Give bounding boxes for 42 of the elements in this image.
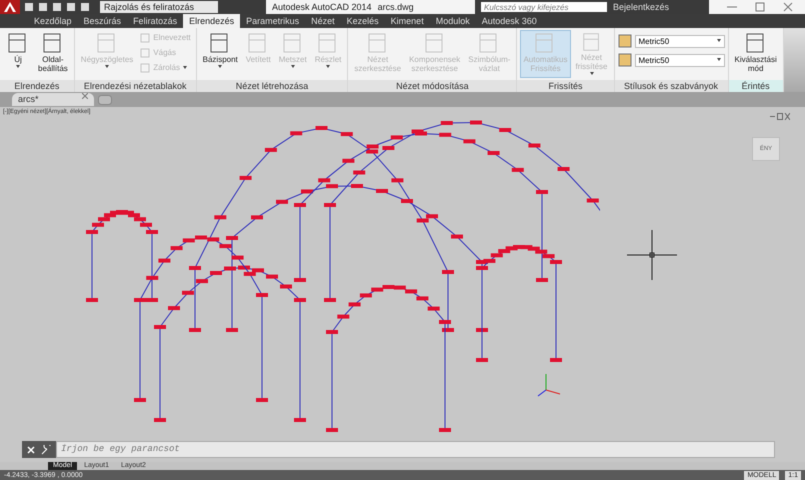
workspace-dropdown[interactable]: Rajzolás és feliratozás (100, 1, 218, 13)
panel-title: Elrendezés (0, 80, 74, 92)
ribbon-tab[interactable]: Autodesk 360 (476, 14, 543, 28)
close-icon[interactable] (82, 93, 88, 99)
ribbon-button[interactable]: Kiválasztási mód (732, 30, 780, 78)
axis-icon (536, 372, 562, 398)
panel-title: Érintés (728, 80, 783, 92)
ribbon-button[interactable]: Oldal- beállítás (35, 30, 71, 78)
ribbon-tab[interactable]: Parametrikus (240, 14, 306, 28)
ribbon-tab[interactable]: Kezdőlap (28, 14, 78, 28)
sheet-icon (140, 32, 150, 42)
style-icon (618, 53, 632, 67)
panel-title: Stílusok és szabványok (614, 80, 728, 92)
file-name: arcs.dwg (378, 2, 414, 12)
style-dropdown[interactable]: Metric50 (634, 54, 725, 66)
sheet-icon (140, 48, 150, 58)
ribbon-tab[interactable]: Kimenet (384, 14, 430, 28)
ribbon-tab[interactable]: Elrendezés (183, 14, 240, 28)
panel-title: Frissítés (517, 80, 614, 92)
maximize-icon[interactable] (755, 2, 765, 12)
panel-title: Nézet létrehozása (196, 80, 348, 92)
ribbon-tab[interactable]: Feliratozás (127, 14, 184, 28)
panel-title: Nézet módosítása (348, 80, 516, 92)
style-dropdown[interactable]: Metric50 (634, 34, 725, 48)
crosshair-cursor-icon (627, 230, 677, 280)
document-tab[interactable]: arcs* (12, 93, 94, 106)
style-icon (618, 34, 632, 48)
ribbon-tab[interactable]: Modulok (430, 14, 476, 28)
panel-title: Elrendezési nézetablakok (74, 80, 196, 92)
app-logo-icon[interactable] (0, 0, 20, 14)
ribbon-tab[interactable]: Beszúrás (78, 14, 128, 28)
window-title: Autodesk AutoCAD 2014 (272, 2, 372, 12)
sign-in-link[interactable]: Bejelentkezés (613, 2, 703, 12)
ribbon-tab[interactable]: Kezelés (340, 14, 385, 28)
sheet-icon (140, 62, 150, 72)
window-controls-icon[interactable] (770, 113, 790, 120)
ribbon-button[interactable]: Új (3, 30, 33, 78)
ribbon-button[interactable]: Bázispont (200, 30, 241, 78)
search-field[interactable]: Kulcsszó vagy kifejezés (481, 2, 607, 12)
close-icon[interactable] (783, 2, 793, 12)
ribbon-tab[interactable]: Nézet (305, 14, 341, 28)
ribbon-background (784, 28, 805, 92)
